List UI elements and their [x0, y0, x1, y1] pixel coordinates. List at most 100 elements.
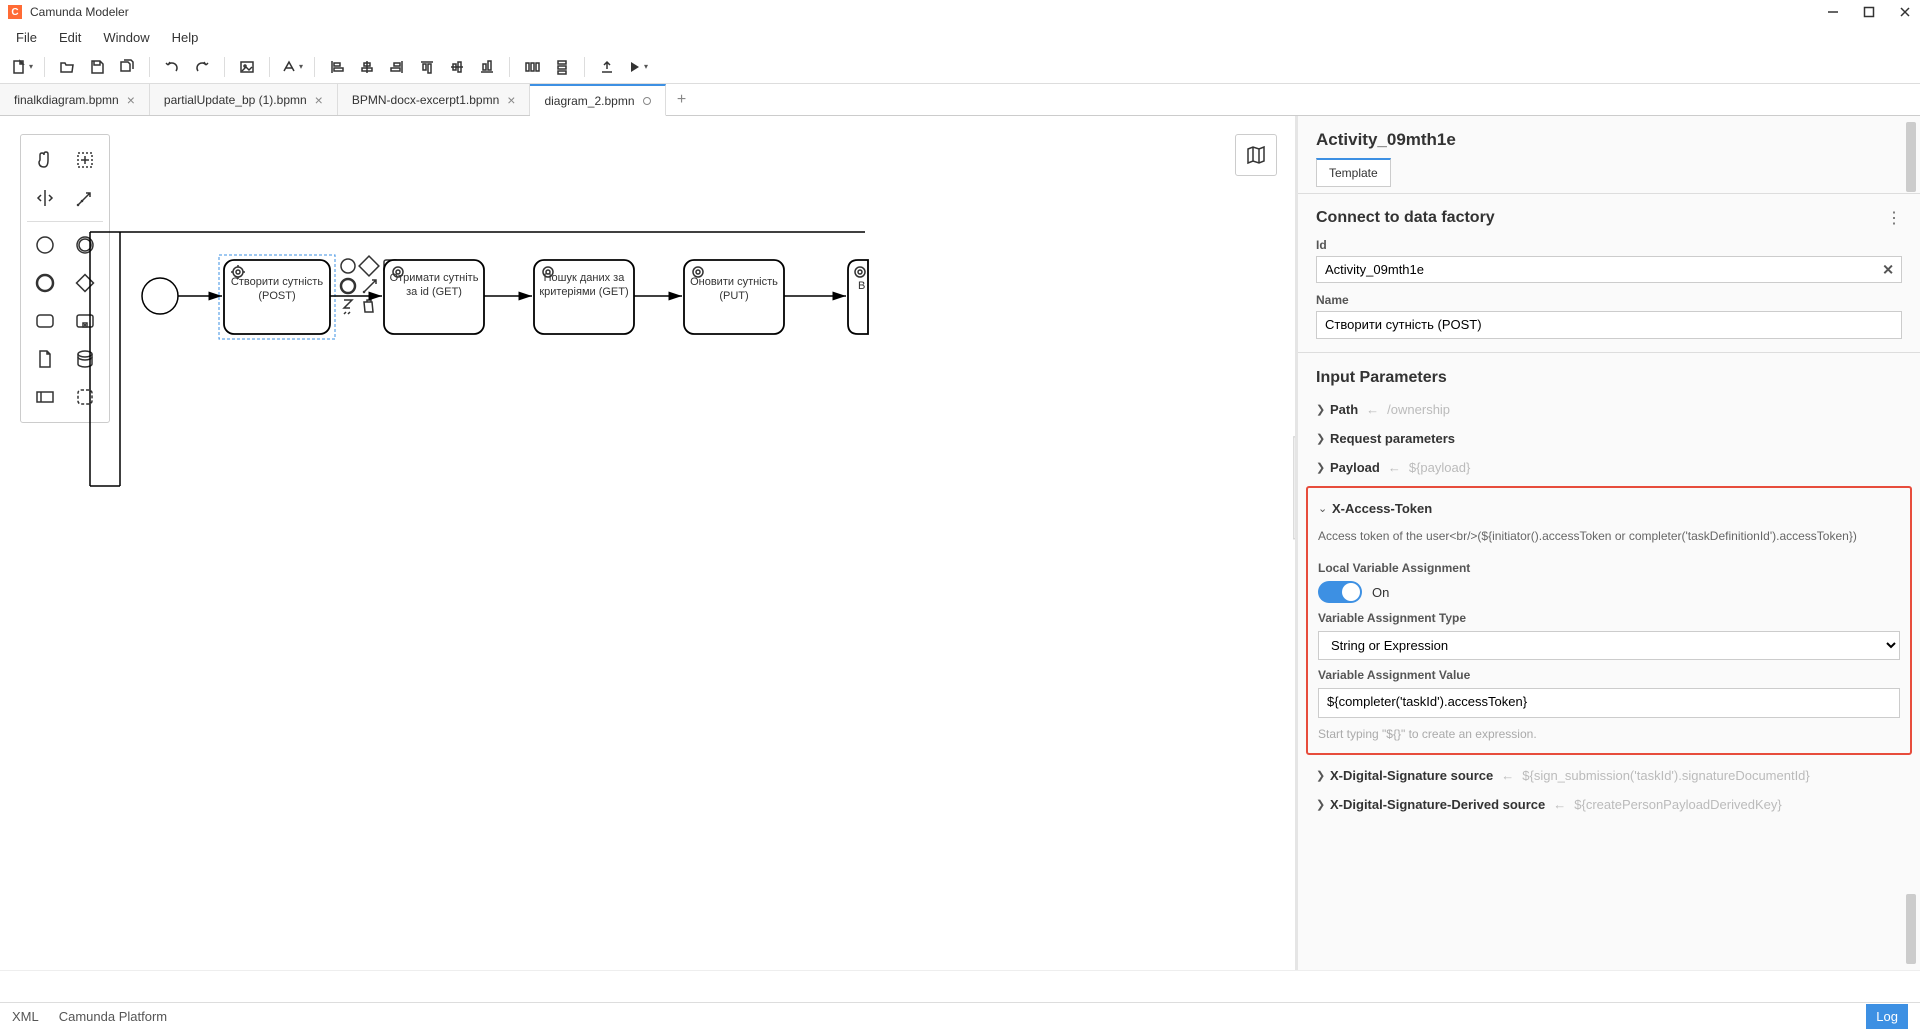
- param-value: /ownership: [1387, 402, 1450, 417]
- tab-label: finalkdiagram.bpmn: [14, 93, 119, 107]
- chevron-down-icon: ⌄: [1318, 502, 1332, 515]
- tab-label: BPMN-docx-excerpt1.bpmn: [352, 93, 499, 107]
- field-label: Variable Assignment Value: [1318, 668, 1900, 682]
- image-button[interactable]: [235, 55, 259, 79]
- param-request-parameters[interactable]: ❯ Request parameters: [1298, 424, 1920, 453]
- properties-header: Activity_09mth1e: [1298, 116, 1920, 158]
- menu-file[interactable]: File: [6, 27, 47, 48]
- status-xml[interactable]: XML: [12, 1009, 39, 1024]
- arrow-icon: ←: [1388, 460, 1401, 475]
- id-input[interactable]: [1316, 256, 1902, 283]
- section-title: Connect to data factory: [1316, 209, 1495, 227]
- window-close-button[interactable]: [1898, 5, 1912, 19]
- field-label: Name: [1316, 293, 1902, 307]
- param-name: Payload: [1330, 460, 1380, 475]
- menu-window[interactable]: Window: [93, 27, 159, 48]
- add-tab-button[interactable]: +: [666, 84, 698, 115]
- distribute-v-button[interactable]: [550, 55, 574, 79]
- param-description: Access token of the user<br/>(${initiato…: [1318, 523, 1900, 553]
- param-name: X-Access-Token: [1332, 501, 1432, 516]
- chevron-right-icon: ❯: [1316, 769, 1330, 782]
- chevron-right-icon: ❯: [1316, 461, 1330, 474]
- param-name: Path: [1330, 402, 1358, 417]
- variable-value-input[interactable]: ${completer('taskId').accessToken}: [1318, 688, 1900, 718]
- variable-type-select[interactable]: String or Expression: [1318, 631, 1900, 660]
- file-tab[interactable]: BPMN-docx-excerpt1.bpmn ×: [338, 84, 531, 115]
- tab-label: partialUpdate_bp (1).bpmn: [164, 93, 307, 107]
- toolbar-separator: [509, 57, 510, 77]
- task-label: Пошук даних за критеріями (GET): [538, 272, 630, 300]
- param-name: X-Digital-Signature-Derived source: [1330, 797, 1545, 812]
- tab-template[interactable]: Template: [1316, 158, 1391, 187]
- name-input[interactable]: Створити сутність (POST): [1316, 311, 1902, 339]
- app-title: Camunda Modeler: [30, 5, 1826, 19]
- menu-edit[interactable]: Edit: [49, 27, 91, 48]
- app-icon: C: [8, 5, 22, 19]
- menu-help[interactable]: Help: [162, 27, 209, 48]
- toggle-label: On: [1372, 585, 1389, 600]
- tab-bar: finalkdiagram.bpmn × partialUpdate_bp (1)…: [0, 84, 1920, 116]
- toolbar-separator: [44, 57, 45, 77]
- param-payload[interactable]: ❯ Payload ← ${payload}: [1298, 453, 1920, 482]
- close-icon[interactable]: ×: [315, 92, 323, 108]
- field-label: Id: [1316, 238, 1902, 252]
- param-name: X-Digital-Signature source: [1330, 768, 1493, 783]
- toolbar-separator: [584, 57, 585, 77]
- tab-label: diagram_2.bpmn: [544, 94, 634, 108]
- file-tab-active[interactable]: diagram_2.bpmn: [530, 84, 665, 116]
- param-path[interactable]: ❯ Path ← /ownership: [1298, 395, 1920, 424]
- color-button[interactable]: ▾: [280, 55, 304, 79]
- param-value: ${payload}: [1409, 460, 1470, 475]
- toolbar-separator: [224, 57, 225, 77]
- window-minimize-button[interactable]: [1826, 5, 1840, 19]
- param-x-access-token[interactable]: ⌄ X-Access-Token: [1318, 494, 1900, 523]
- align-left-button[interactable]: [325, 55, 349, 79]
- param-value: ${createPersonPayloadDerivedKey}: [1574, 797, 1781, 812]
- log-button[interactable]: Log: [1866, 1004, 1908, 1029]
- task-label: Оновити сутність (PUT): [688, 276, 780, 304]
- clear-icon[interactable]: ✕: [1882, 261, 1894, 278]
- new-file-button[interactable]: ▾: [10, 55, 34, 79]
- param-name: Request parameters: [1330, 431, 1455, 446]
- status-platform[interactable]: Camunda Platform: [59, 1009, 167, 1024]
- align-bottom-button[interactable]: [475, 55, 499, 79]
- save-all-button[interactable]: [115, 55, 139, 79]
- task-label: В: [858, 280, 868, 292]
- dirty-indicator: [643, 97, 651, 105]
- param-x-digital-signature-derived[interactable]: ❯ X-Digital-Signature-Derived source ← $…: [1298, 790, 1920, 819]
- chevron-right-icon: ❯: [1316, 798, 1330, 811]
- field-label: Variable Assignment Type: [1318, 611, 1900, 625]
- align-top-button[interactable]: [415, 55, 439, 79]
- redo-button[interactable]: [190, 55, 214, 79]
- chevron-right-icon: ❯: [1316, 403, 1330, 416]
- local-variable-toggle[interactable]: [1318, 581, 1362, 603]
- save-button[interactable]: [85, 55, 109, 79]
- input-hint: Start typing "${}" to create an expressi…: [1318, 727, 1900, 741]
- align-right-button[interactable]: [385, 55, 409, 79]
- toolbar-separator: [149, 57, 150, 77]
- undo-button[interactable]: [160, 55, 184, 79]
- x-access-token-section: ⌄ X-Access-Token Access token of the use…: [1306, 486, 1912, 755]
- distribute-h-button[interactable]: [520, 55, 544, 79]
- window-maximize-button[interactable]: [1862, 5, 1876, 19]
- section-menu-button[interactable]: ⋮: [1886, 208, 1902, 228]
- task-label: Створити сутність (POST): [228, 276, 326, 304]
- bpmn-canvas[interactable]: Створити сутність (POST): [0, 116, 1295, 970]
- align-center-v-button[interactable]: [445, 55, 469, 79]
- toolbar-separator: [314, 57, 315, 77]
- file-tab[interactable]: partialUpdate_bp (1).bpmn ×: [150, 84, 338, 115]
- start-button[interactable]: ▾: [625, 55, 649, 79]
- chevron-right-icon: ❯: [1316, 432, 1330, 445]
- deploy-button[interactable]: [595, 55, 619, 79]
- close-icon[interactable]: ×: [127, 92, 135, 108]
- align-center-h-button[interactable]: [355, 55, 379, 79]
- file-tab[interactable]: finalkdiagram.bpmn ×: [0, 84, 150, 115]
- task-label: Отримати сутніть за id (GET): [388, 272, 480, 300]
- properties-panel: Activity_09mth1e Template Connect to dat…: [1295, 116, 1920, 970]
- close-icon[interactable]: ×: [507, 92, 515, 108]
- open-button[interactable]: [55, 55, 79, 79]
- field-label: Local Variable Assignment: [1318, 561, 1900, 575]
- param-x-digital-signature[interactable]: ❯ X-Digital-Signature source ← ${sign_su…: [1298, 761, 1920, 790]
- toolbar-separator: [269, 57, 270, 77]
- scrollbar[interactable]: [1904, 116, 1918, 970]
